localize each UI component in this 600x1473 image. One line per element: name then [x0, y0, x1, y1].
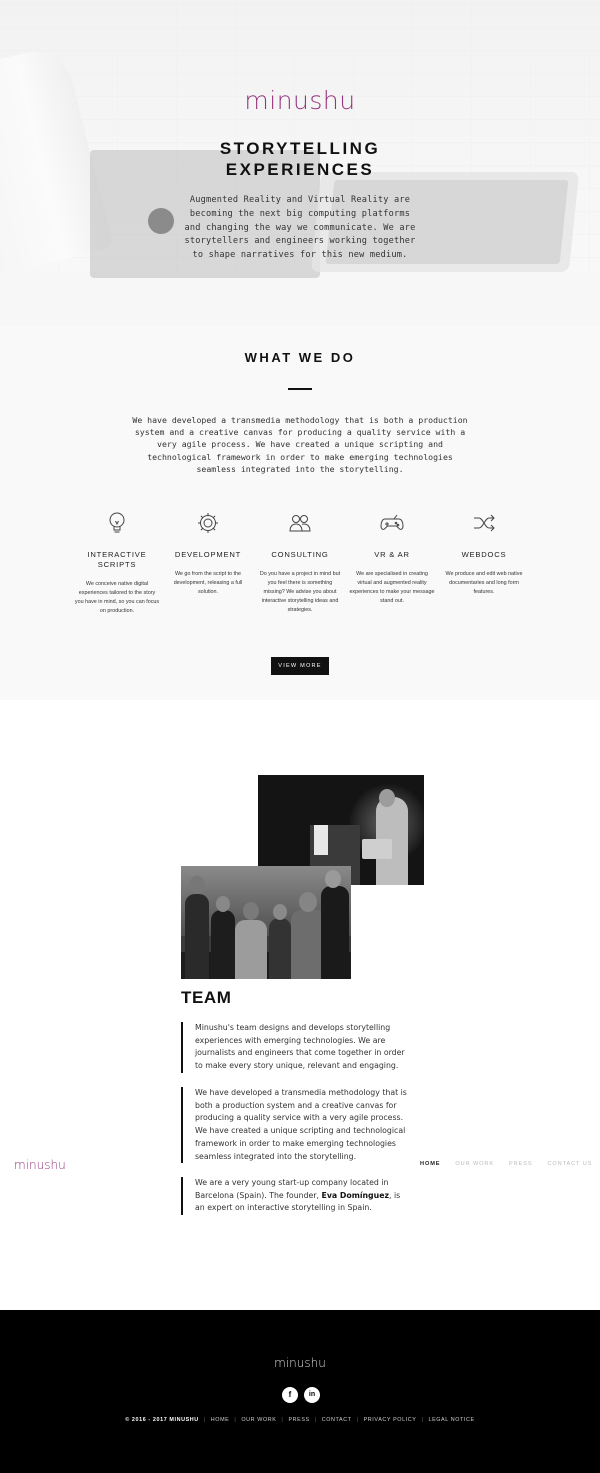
service-description: We go from the script to the development…	[173, 571, 243, 595]
service-name: DEVELOPMENT	[174, 550, 242, 559]
gamepad-icon	[380, 514, 404, 530]
nav-item-home[interactable]: HOME	[420, 1161, 440, 1167]
linkedin-icon[interactable]: in	[304, 1387, 320, 1403]
users-icon	[289, 515, 311, 532]
hero-title-line1: STORYTELLING	[219, 139, 381, 158]
team-paragraph-3: We are a very young start-up company loc…	[181, 1177, 407, 1216]
founder-name: Eva Domínguez	[321, 1190, 390, 1200]
service-vr-ar: VR & AR We are specialised in creating v…	[349, 510, 435, 606]
service-webdocs: WEBDOCS We produce and edit web native d…	[441, 510, 527, 597]
nav-item-contact-us[interactable]: CONTACT US	[547, 1161, 592, 1167]
team-paragraph-2: We have developed a transmedia methodolo…	[181, 1087, 407, 1164]
hero-section: minushu STORYTELLING EXPERIENCES Augment…	[0, 0, 600, 326]
footer-links: © 2016 - 2017 MINUSHU | HOME | OUR WORK | PRES…	[125, 1417, 475, 1423]
team-paragraph-1: Minushu's team designs and develops stor…	[181, 1022, 407, 1073]
service-name: VR & AR	[374, 550, 410, 559]
footer-link-our-work[interactable]: OUR WORK	[241, 1417, 276, 1423]
main-nav: HOME OUR WORK PRESS CONTACT US	[420, 1161, 592, 1167]
section-divider	[288, 388, 312, 390]
facebook-icon[interactable]: f	[282, 1387, 298, 1403]
service-consulting: CONSULTING Do you have a project in mind…	[257, 510, 343, 615]
footer-link-contact[interactable]: CONTACT	[322, 1417, 352, 1423]
what-we-do-section: WHAT WE DO We have developed a transmedi…	[0, 326, 600, 700]
footer-link-home[interactable]: HOME	[211, 1417, 230, 1423]
service-name: CONSULTING	[271, 550, 329, 559]
service-interactive-scripts: INTERACTIVE SCRIPTS We conceive native d…	[74, 510, 160, 616]
footer-link-press[interactable]: PRESS	[288, 1417, 309, 1423]
gear-icon	[198, 513, 218, 533]
hero-title-line2: EXPERIENCES	[225, 160, 375, 179]
nav-item-press[interactable]: PRESS	[509, 1161, 532, 1167]
service-description: We are specialised in creating virtual a…	[349, 571, 435, 604]
service-description: We conceive native digital experiences t…	[74, 581, 160, 614]
service-description: We produce and edit web native documenta…	[445, 571, 523, 595]
footer-link-privacy-policy[interactable]: PRIVACY POLICY	[364, 1417, 417, 1423]
service-development: DEVELOPMENT We go from the script to the…	[165, 510, 251, 597]
hero-title: STORYTELLING EXPERIENCES	[150, 138, 450, 180]
service-description: Do you have a project in mind but you fe…	[259, 571, 341, 613]
footer-link-legal-notice[interactable]: LEGAL NOTICE	[428, 1417, 474, 1423]
section-description: We have developed a transmedia methodolo…	[132, 415, 468, 474]
footer-logo[interactable]: minushu	[0, 1356, 600, 1370]
nav-item-our-work[interactable]: OUR WORK	[455, 1161, 494, 1167]
section-title: WHAT WE DO	[244, 350, 356, 365]
shuffle-icon	[474, 514, 495, 532]
team-title: TEAM	[181, 988, 232, 1007]
service-name: INTERACTIVE SCRIPTS	[87, 550, 147, 569]
footer: minushu f in © 2016 - 2017 MINUSHU | HOME |…	[0, 1310, 600, 1473]
side-logo[interactable]: minushu	[14, 1158, 66, 1172]
brand-logo[interactable]: minushu	[0, 86, 600, 115]
lightbulb-icon	[109, 512, 125, 533]
copyright: © 2016 - 2017 MINUSHU	[125, 1417, 199, 1423]
hero-description: Augmented Reality and Virtual Reality ar…	[184, 195, 416, 261]
view-more-button[interactable]: VIEW MORE	[271, 657, 329, 675]
service-name: WEBDOCS	[461, 550, 507, 559]
team-photo-group	[181, 866, 351, 979]
